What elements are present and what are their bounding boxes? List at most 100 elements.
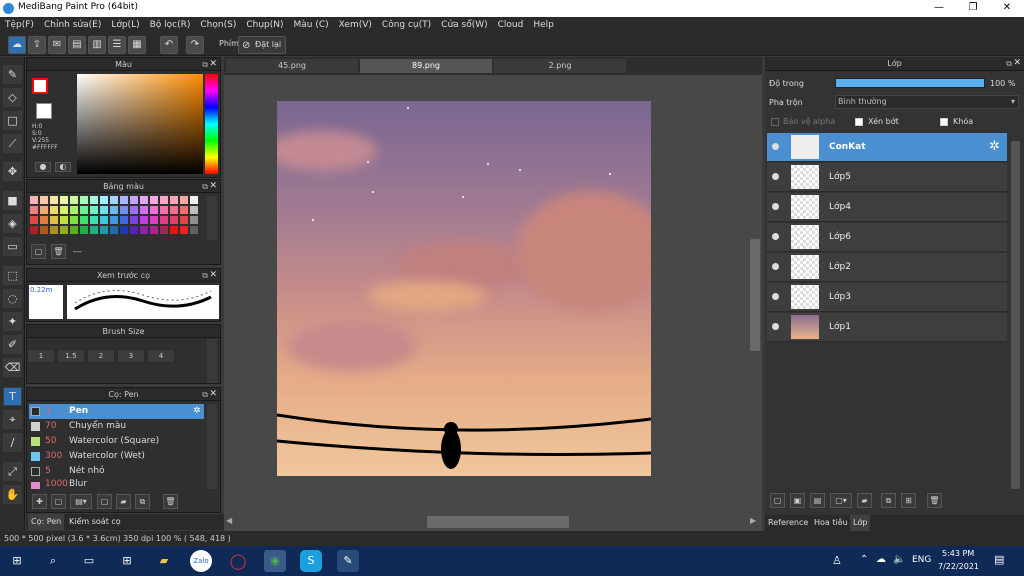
brush-item[interactable]: 5 Nét nhỏ (29, 464, 204, 479)
vertical-scrollbar[interactable] (750, 239, 760, 351)
brush-item[interactable]: 70 Chuyển màu (29, 419, 204, 434)
menu-capture[interactable]: Chụp(N) (241, 17, 288, 34)
clock-time[interactable]: 5:43 PM (942, 549, 974, 558)
lasso-tool-icon[interactable]: ◌ (3, 289, 22, 308)
delete-layer-icon[interactable]: 🗑 (927, 493, 942, 508)
palette-swatch[interactable] (150, 216, 158, 224)
list-icon[interactable]: ☰ (108, 36, 126, 54)
palette-swatch[interactable] (100, 206, 108, 214)
close-button[interactable]: ✕ (990, 0, 1024, 17)
delete-brush-icon[interactable]: 🗑 (163, 494, 178, 509)
palette-swatch[interactable] (70, 196, 78, 204)
palette-swatch[interactable] (120, 206, 128, 214)
eye-icon[interactable] (772, 203, 779, 210)
palette-swatch[interactable] (150, 196, 158, 204)
palette-swatch[interactable] (130, 216, 138, 224)
eye-icon[interactable] (772, 233, 779, 240)
palette-swatch[interactable] (110, 216, 118, 224)
palette-swatch[interactable] (120, 196, 128, 204)
merge-layer-icon[interactable]: ⊞ (901, 493, 916, 508)
new-brush-icon[interactable]: ▢ (51, 494, 66, 509)
notification-icon[interactable]: ▤ (994, 553, 1004, 566)
palette-swatch[interactable] (110, 206, 118, 214)
brush-size-4[interactable]: 4 (147, 349, 175, 363)
eye-icon[interactable] (772, 293, 779, 300)
layer-row-lop2[interactable]: Lớp2 (767, 253, 1007, 282)
layer-row-conkat[interactable]: ConKat ✲ (767, 133, 1007, 162)
store-icon[interactable]: ⊞ (116, 550, 138, 572)
delete-palette-icon[interactable]: 🗑 (51, 244, 66, 259)
scroll-left-icon[interactable]: ◀ (226, 516, 232, 525)
select-eraser-icon[interactable]: ⌫ (3, 358, 22, 377)
palette-swatch[interactable] (160, 196, 168, 204)
line-tool-icon[interactable]: ⟋ (3, 134, 22, 153)
tab-45-png[interactable]: 45.png (226, 59, 358, 73)
palette-swatch[interactable] (70, 216, 78, 224)
foreground-color-swatch[interactable] (32, 78, 48, 94)
eraser-tool-icon[interactable]: ◇ (3, 88, 22, 107)
operation-tool-icon[interactable]: ⌖ (3, 410, 22, 429)
tab-reference[interactable]: Reference (768, 515, 808, 531)
tab-layer[interactable]: Lớp (850, 515, 871, 531)
protect-alpha-checkbox[interactable] (771, 118, 779, 126)
eye-icon[interactable] (772, 323, 779, 330)
people-icon[interactable]: ♙ (832, 554, 842, 567)
undo-icon[interactable]: ↶ (160, 36, 178, 54)
grid-icon[interactable]: ▦ (128, 36, 146, 54)
palette-swatch[interactable] (110, 226, 118, 234)
palette-swatch[interactable] (190, 196, 198, 204)
layer-row-lop4[interactable]: Lớp4 (767, 193, 1007, 222)
layer-menu-icon[interactable]: ▢▾ (830, 493, 852, 508)
color-swap-button[interactable]: ◐ (55, 162, 71, 172)
brush-item-pen[interactable]: 3 Pen ✲ (29, 404, 204, 419)
bucket-tool-icon[interactable]: ◈ (3, 214, 22, 233)
blur-tool-icon[interactable]: ∕ (3, 433, 22, 452)
eye-icon[interactable] (772, 143, 779, 150)
brush-size-1[interactable]: 1 (27, 349, 55, 363)
share-icon[interactable]: ⇪ (28, 36, 46, 54)
brush-list-scrollbar[interactable] (207, 404, 217, 489)
palette-swatch[interactable] (80, 226, 88, 234)
pin-icon[interactable]: ⧉ (202, 269, 208, 282)
clip-checkbox[interactable] (855, 118, 863, 126)
palette-swatch[interactable] (60, 226, 68, 234)
clock-date[interactable]: 7/22/2021 (938, 562, 979, 571)
palette-swatch[interactable] (90, 206, 98, 214)
new-8bit-layer-icon[interactable]: ▤ (810, 493, 825, 508)
layer-row-lop3[interactable]: Lớp3 (767, 283, 1007, 312)
gradient-tool-icon[interactable]: ▭ (3, 237, 22, 256)
tab-brush-control[interactable]: Kiểm soát cọ (66, 514, 124, 530)
palette-swatch[interactable] (130, 226, 138, 234)
brush-item[interactable]: 300 Watercolor (Wet) (29, 449, 204, 464)
palette-swatch[interactable] (170, 226, 178, 234)
layer-row-lop1[interactable]: Lớp1 (767, 313, 1007, 342)
palette-swatch[interactable] (160, 216, 168, 224)
palette-swatch[interactable] (30, 216, 38, 224)
menu-window[interactable]: Cửa sổ(W) (436, 17, 492, 34)
move-tool-icon[interactable]: ✥ (3, 162, 22, 181)
new-halftone-layer-icon[interactable]: ▣ (790, 493, 805, 508)
palette-swatch[interactable] (180, 206, 188, 214)
brush-size-3[interactable]: 3 (117, 349, 145, 363)
close-icon[interactable]: ✕ (209, 388, 217, 401)
tab-2-png[interactable]: 2.png (494, 59, 626, 73)
palette-swatch[interactable] (170, 216, 178, 224)
palette-swatch[interactable] (60, 206, 68, 214)
brush-menu-icon[interactable]: ▤▾ (70, 494, 92, 509)
palette-swatch[interactable] (30, 196, 38, 204)
close-icon[interactable]: ✕ (209, 180, 217, 193)
eye-icon[interactable] (772, 263, 779, 270)
add-brush-icon[interactable]: ✚ (32, 494, 47, 509)
palette-swatch[interactable] (50, 206, 58, 214)
select-tool-icon[interactable]: ⬚ (3, 266, 22, 285)
chrome-icon[interactable]: ◉ (264, 550, 286, 572)
palette-swatch[interactable] (90, 226, 98, 234)
menu-select[interactable]: Chọn(S) (195, 17, 241, 34)
layer-row-lop5[interactable]: Lớp5 (767, 163, 1007, 192)
magic-wand-icon[interactable]: ✦ (3, 312, 22, 331)
pin-icon[interactable]: ⧉ (202, 388, 208, 401)
menu-layer[interactable]: Lớp(L) (106, 17, 144, 34)
palette-swatch[interactable] (170, 206, 178, 214)
palette-swatch[interactable] (30, 206, 38, 214)
palette-swatch[interactable] (70, 226, 78, 234)
